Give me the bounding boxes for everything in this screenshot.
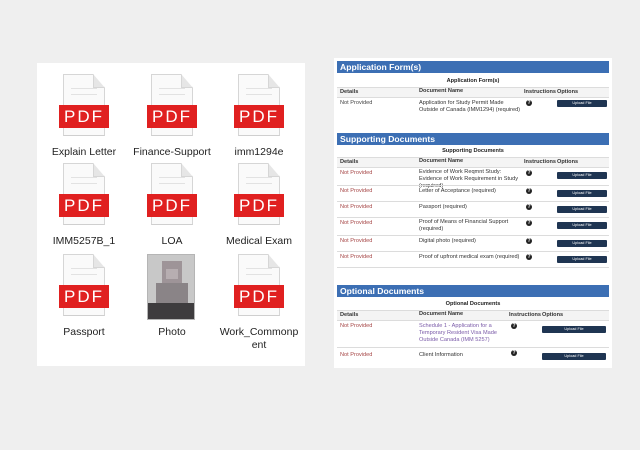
file-item[interactable]: PDF Medical Exam <box>213 163 305 248</box>
file-name: IMM5257B_1 <box>52 235 116 247</box>
table-row: Not Provided Proof of upfront medical ex… <box>337 251 609 268</box>
file-item[interactable]: PDF Finance-Support <box>126 74 218 159</box>
pdf-file-icon: PDF <box>59 163 109 229</box>
col-details: Details <box>340 89 359 95</box>
pdf-file-icon: PDF <box>147 74 197 140</box>
upload-file-button[interactable]: Upload File <box>557 220 607 229</box>
col-document-name: Document Name <box>419 158 464 164</box>
file-item[interactable]: Photo <box>126 254 218 339</box>
section-optional-documents: Optional Documents Optional Documents De… <box>337 285 609 364</box>
help-icon[interactable]: ? <box>524 202 532 210</box>
col-details: Details <box>340 312 359 318</box>
document-link[interactable]: Schedule 1 - Application for a Temporary… <box>419 323 509 344</box>
file-name: imm1294e <box>234 146 284 158</box>
document-name: Client Information <box>419 352 463 358</box>
col-instructions: Instructions <box>524 89 557 95</box>
table-header-row: Details Document Name Instructions Optio… <box>337 310 609 320</box>
document-name: Application for Study Permit Made Outsid… <box>419 100 521 113</box>
file-name: Work_Commonp ent <box>219 326 299 351</box>
file-name: Finance-Support <box>133 146 211 158</box>
section-subtitle: Application Form(s) <box>446 78 500 84</box>
file-name: Passport <box>63 326 105 338</box>
pdf-file-icon: PDF <box>147 163 197 229</box>
table-row: Not Provided Evidence of Work Reqmnt Stu… <box>337 167 609 189</box>
table-row: Not Provided Letter of Acceptance (requi… <box>337 185 609 201</box>
status-text: Not Provided <box>340 323 373 329</box>
pdf-file-icon: PDF <box>59 74 109 140</box>
table-header-row: Details Document Name Instructions Optio… <box>337 87 609 97</box>
document-upload-portal: Application Form(s) Application Form(s) … <box>334 58 612 368</box>
table-row: Not Provided Schedule 1 - Application fo… <box>337 320 609 347</box>
file-explorer-panel: PDF Explain Letter PDF Finance-Support P… <box>37 63 305 366</box>
help-icon[interactable]: ? <box>524 252 532 260</box>
status-text: Not Provided <box>340 352 373 358</box>
table-row: Not Provided Client Information ? Upload… <box>337 347 609 364</box>
col-instructions: Instructions <box>524 159 557 165</box>
col-document-name: Document Name <box>419 311 464 317</box>
document-name: Proof of upfront medical exam (required) <box>419 254 520 260</box>
table-row: Not Provided Proof of Means of Financial… <box>337 217 609 235</box>
help-icon[interactable]: ? <box>524 236 532 244</box>
table-header-row: Details Document Name Instructions Optio… <box>337 157 609 167</box>
section-application-forms: Application Form(s) Application Form(s) … <box>337 61 609 116</box>
section-header: Supporting Documents <box>337 133 609 145</box>
upload-file-button[interactable]: Upload File <box>542 351 606 360</box>
pdf-file-icon: PDF <box>234 74 284 140</box>
table-row: Not Provided Digital photo (required) ? … <box>337 235 609 251</box>
status-text: Not Provided <box>340 204 373 210</box>
document-name: Passport (required) <box>419 204 467 210</box>
col-options: Options <box>557 159 579 165</box>
document-name: Digital photo (required) <box>419 238 476 244</box>
upload-file-button[interactable]: Upload File <box>557 98 607 107</box>
section-header: Application Form(s) <box>337 61 609 73</box>
file-name: Photo <box>158 326 186 338</box>
pdf-file-icon: PDF <box>234 163 284 229</box>
upload-file-button[interactable]: Upload File <box>557 188 607 197</box>
upload-file-button[interactable]: Upload File <box>557 238 607 247</box>
section-header: Optional Documents <box>337 285 609 297</box>
file-name: Medical Exam <box>226 235 292 247</box>
section-supporting-documents: Supporting Documents Supporting Document… <box>337 133 609 268</box>
file-item[interactable]: PDF IMM5257B_1 <box>38 163 130 248</box>
col-details: Details <box>340 159 359 165</box>
table-row: Not Provided Passport (required) ? Uploa… <box>337 201 609 217</box>
help-icon[interactable]: ? <box>524 168 532 176</box>
col-options: Options <box>557 89 579 95</box>
help-icon[interactable]: ? <box>524 186 532 194</box>
file-item[interactable]: PDF Work_Commonp ent <box>213 254 305 352</box>
status-text: Not Provided <box>340 188 373 194</box>
help-icon[interactable]: ? <box>524 218 532 226</box>
help-icon[interactable]: ? <box>524 98 532 106</box>
upload-file-button[interactable]: Upload File <box>557 254 607 263</box>
upload-file-button[interactable]: Upload File <box>557 170 607 179</box>
file-item[interactable]: PDF Explain Letter <box>38 74 130 159</box>
section-subtitle: Optional Documents <box>445 301 501 307</box>
pdf-file-icon: PDF <box>234 254 284 320</box>
image-thumbnail-icon <box>147 254 197 320</box>
file-item[interactable]: PDF LOA <box>126 163 218 248</box>
table-row: Not Provided Application for Study Permi… <box>337 97 609 116</box>
file-name: Explain Letter <box>51 146 117 158</box>
file-name: LOA <box>161 235 183 247</box>
col-instructions: Instructions <box>509 312 542 318</box>
col-options: Options <box>542 312 564 318</box>
upload-file-button[interactable]: Upload File <box>557 204 607 213</box>
status-text: Not Provided <box>340 170 373 176</box>
status-text: Not Provided <box>340 238 373 244</box>
section-subtitle: Supporting Documents <box>442 148 504 154</box>
col-document-name: Document Name <box>419 88 464 94</box>
status-text: Not Provided <box>340 100 373 106</box>
upload-file-button[interactable]: Upload File <box>542 324 606 333</box>
document-name: Letter of Acceptance (required) <box>419 188 496 194</box>
file-item[interactable]: PDF imm1294e <box>213 74 305 159</box>
help-icon[interactable]: ? <box>509 321 517 329</box>
document-name: Proof of Means of Financial Support (req… <box>419 219 509 232</box>
help-icon[interactable]: ? <box>509 348 517 356</box>
status-text: Not Provided <box>340 254 373 260</box>
status-text: Not Provided <box>340 220 373 226</box>
pdf-file-icon: PDF <box>59 254 109 320</box>
file-item[interactable]: PDF Passport <box>38 254 130 339</box>
